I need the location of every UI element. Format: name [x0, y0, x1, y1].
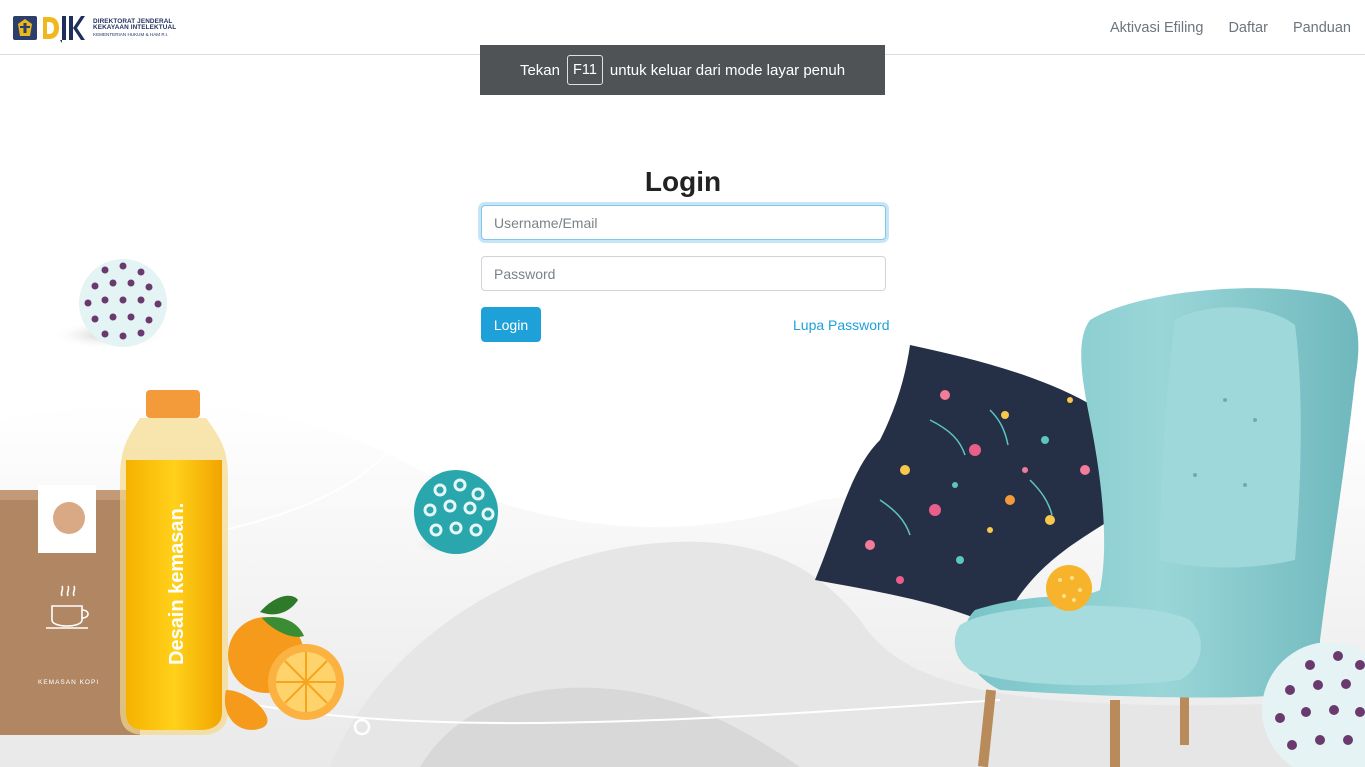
nav-daftar[interactable]: Daftar — [1228, 20, 1268, 36]
svg-text:KEMASAN KOPI: KEMASAN KOPI — [38, 679, 99, 686]
login-title: Login — [644, 166, 722, 197]
fullscreen-notice-prefix: Tekan — [519, 61, 560, 79]
f11-key-badge: F11 — [566, 54, 603, 86]
username-input[interactable] — [481, 205, 886, 240]
brand-line-3: KEMENTERIAN HUKUM & HAM R.I. — [93, 31, 169, 37]
svg-text:Desain kemasan.: Desain kemasan. — [166, 503, 188, 665]
forgot-password-link[interactable]: Lupa Password — [793, 317, 890, 333]
fullscreen-notice: Tekan F11 untuk keluar dari mode layar p… — [480, 45, 885, 95]
brand-line-2: KEKAYAAN INTELEKTUAL — [93, 24, 177, 32]
nav-panduan[interactable]: Panduan — [1293, 20, 1351, 36]
login-button[interactable]: Login — [481, 307, 541, 342]
fullscreen-notice-suffix: untuk keluar dari mode layar penuh — [609, 61, 846, 79]
background-illustration: KEMASAN KOPI Desain kemasan. — [0, 259, 1365, 767]
nav-links: Aktivasi Efiling Daftar Panduan — [1110, 0, 1351, 55]
nav-aktivasi-efiling[interactable]: Aktivasi Efiling — [1110, 20, 1203, 36]
brand-logo[interactable]: DIREKTORAT JENDERAL KEKAYAAN INTELEKTUAL… — [13, 12, 176, 44]
djki-logo-icon — [43, 16, 85, 43]
emblem-icon — [13, 16, 37, 40]
password-input[interactable] — [481, 256, 886, 291]
